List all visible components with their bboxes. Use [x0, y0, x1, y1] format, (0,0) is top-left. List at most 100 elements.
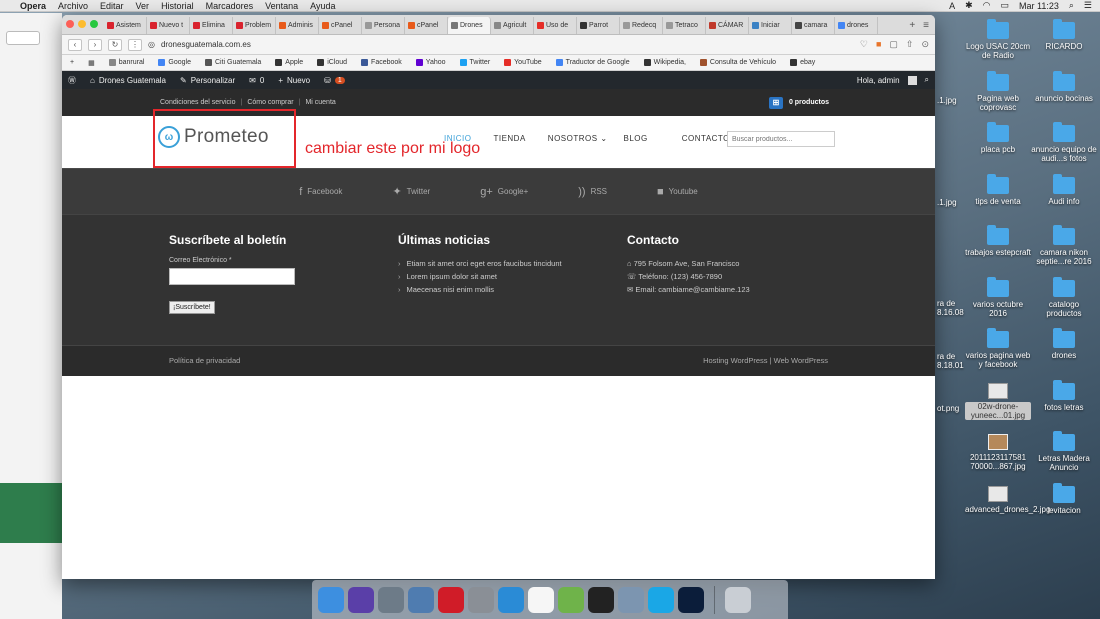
- my-account-link[interactable]: Mi cuenta: [305, 99, 335, 106]
- zoom-window-button[interactable]: [90, 20, 98, 28]
- how-to-buy-link[interactable]: Cómo comprar: [247, 99, 293, 106]
- browser-tab[interactable]: camara: [792, 17, 835, 34]
- menu-archivo[interactable]: Archivo: [58, 1, 88, 11]
- browser-tab[interactable]: Asistem: [104, 17, 147, 34]
- reload-button[interactable]: ↻: [108, 38, 122, 51]
- spotlight-icon[interactable]: ⌕: [1069, 0, 1074, 11]
- bookmark-item[interactable]: Consulta de Vehículo: [699, 59, 776, 66]
- browser-tab[interactable]: drones: [835, 17, 878, 34]
- notification-center-icon[interactable]: ☰: [1084, 0, 1092, 11]
- wp-site-link[interactable]: ⌂ Drones Guatemala: [90, 76, 166, 85]
- social-facebook-link[interactable]: f Facebook: [299, 186, 342, 198]
- desktop-edge-label[interactable]: .1.jpg: [937, 198, 963, 207]
- wp-updates-link[interactable]: ⛁ 1: [324, 76, 345, 85]
- desktop-item[interactable]: fotos letras: [1031, 379, 1097, 412]
- newsletter-email-input[interactable]: [169, 268, 295, 285]
- browser-tab[interactable]: Iniciar: [749, 17, 792, 34]
- desktop-item[interactable]: varios octubre 2016: [965, 276, 1031, 318]
- wp-greeting[interactable]: Hola, admin: [857, 76, 900, 85]
- browser-tab[interactable]: Agricult: [491, 17, 534, 34]
- dock-system-preferences-icon[interactable]: [468, 586, 494, 613]
- site-info-icon[interactable]: ◎: [148, 40, 155, 49]
- downloads-icon[interactable]: ⊙: [921, 39, 929, 50]
- nav-contacto[interactable]: CONTACTO: [682, 134, 730, 143]
- dock-trash-icon[interactable]: [725, 586, 751, 613]
- menu-marcadores[interactable]: Marcadores: [206, 1, 254, 11]
- menu-ventana[interactable]: Ventana: [265, 1, 298, 11]
- desktop-item[interactable]: advanced_drones_2.jpg: [965, 485, 1050, 514]
- browser-tab[interactable]: Nuevo t: [147, 17, 190, 34]
- desktop-item[interactable]: anuncio bocinas: [1031, 70, 1097, 103]
- wordpress-icon[interactable]: Ⓦ: [68, 75, 76, 86]
- browser-tab[interactable]: Uso de: [534, 17, 577, 34]
- dock-opera-icon[interactable]: [438, 586, 464, 613]
- bookmark-item[interactable]: iCloud: [317, 59, 347, 66]
- desktop-item[interactable]: anuncio equipo de audi...s fotos: [1031, 122, 1097, 163]
- wifi-icon[interactable]: ◠: [983, 0, 991, 11]
- bluetooth-icon[interactable]: ✱: [965, 0, 973, 11]
- heart-icon[interactable]: ♡: [860, 39, 868, 50]
- bookmark-item[interactable]: Google: [158, 59, 191, 66]
- desktop-item[interactable]: 2011123117581 70000...867.jpg: [965, 434, 1031, 471]
- tab-menu-icon[interactable]: ≡: [923, 20, 929, 31]
- dock-siri-icon[interactable]: [348, 586, 374, 613]
- dock-calendar-icon[interactable]: [528, 586, 554, 613]
- bookmark-item[interactable]: Twitter: [459, 59, 490, 66]
- desktop-item[interactable]: Pagina web coprovasc: [965, 70, 1031, 112]
- browser-tab[interactable]: Elimina: [190, 17, 233, 34]
- menubar-clock[interactable]: Mar 11:23: [1019, 1, 1059, 11]
- wp-search-icon[interactable]: ⌕: [925, 75, 929, 85]
- browser-tab[interactable]: cPanel: [405, 17, 448, 34]
- desktop-item[interactable]: camara nikon septie...re 2016: [1031, 225, 1097, 266]
- browser-tab[interactable]: Redecq: [620, 17, 663, 34]
- browser-tab[interactable]: Tetraco: [663, 17, 706, 34]
- nav-blog[interactable]: BLOG: [624, 134, 648, 143]
- social-youtube-link[interactable]: ■ Youtube: [657, 186, 698, 198]
- hosting-wordpress-link[interactable]: Hosting WordPress: [703, 356, 767, 365]
- desktop-item[interactable]: varios pagina web y facebook: [965, 328, 1031, 369]
- menu-ver[interactable]: Ver: [136, 1, 150, 11]
- desktop-item[interactable]: Audi info: [1031, 173, 1097, 206]
- wp-customize-link[interactable]: ✎ Personalizar: [180, 76, 235, 85]
- segmented-control[interactable]: [6, 31, 40, 45]
- new-tab-icon[interactable]: +: [909, 20, 915, 31]
- share-icon[interactable]: ⇧: [906, 39, 914, 50]
- contact-email[interactable]: ✉ Email: cambiame@cambiame.123: [627, 283, 750, 296]
- dock-activity-icon[interactable]: [588, 586, 614, 613]
- speed-dial-button[interactable]: ⋮: [128, 38, 142, 51]
- dock-preview-icon[interactable]: [618, 586, 644, 613]
- dock-launchpad-icon[interactable]: [378, 586, 404, 613]
- bookmarks-folder-icon[interactable]: ▦: [88, 59, 95, 67]
- cart-link[interactable]: ⊞ 0 productos: [768, 96, 829, 109]
- bookmark-item[interactable]: YouTube: [504, 59, 542, 66]
- browser-tab[interactable]: CÁMAR: [706, 17, 749, 34]
- wp-new-link[interactable]: + Nuevo: [278, 76, 310, 85]
- desktop-item[interactable]: drones: [1031, 328, 1097, 360]
- status-icon[interactable]: A: [949, 1, 955, 11]
- menu-app-opera[interactable]: Opera: [20, 1, 46, 11]
- nav-inicio[interactable]: INICIO: [444, 134, 471, 143]
- browser-tab[interactable]: Parrot: [577, 17, 620, 34]
- menu-editar[interactable]: Editar: [100, 1, 124, 11]
- bookmark-item[interactable]: ebay: [790, 59, 815, 66]
- desktop-edge-label[interactable]: .1.jpg: [937, 96, 963, 105]
- wp-comments-link[interactable]: ✉ 0: [249, 76, 264, 85]
- desktop-edge-label[interactable]: ra de 8.16.08: [937, 299, 964, 317]
- social-rss-link[interactable]: )) RSS: [578, 186, 607, 198]
- dock-finder-icon[interactable]: [318, 586, 344, 613]
- battery-icon[interactable]: ▭: [1001, 0, 1010, 11]
- dock-mail-bird-icon[interactable]: [408, 586, 434, 613]
- desktop-item[interactable]: catalogo productos: [1031, 276, 1097, 318]
- subscribe-button[interactable]: ¡Suscríbete!: [169, 301, 215, 314]
- desktop-item[interactable]: tips de venta: [965, 173, 1031, 206]
- browser-tab[interactable]: Drones: [448, 17, 491, 34]
- extension-icon[interactable]: ■: [876, 39, 881, 50]
- desktop-edge-label[interactable]: ot.png: [937, 404, 963, 413]
- avatar[interactable]: [907, 75, 917, 85]
- bookmark-item[interactable]: Apple: [275, 59, 303, 66]
- browser-tab[interactable]: cPanel: [319, 17, 362, 34]
- forward-button[interactable]: ›: [88, 38, 102, 51]
- bookmark-item[interactable]: Yahoo: [415, 59, 446, 66]
- menu-ayuda[interactable]: Ayuda: [310, 1, 335, 11]
- news-item[interactable]: › Lorem ipsum dolor sit amet: [398, 270, 562, 283]
